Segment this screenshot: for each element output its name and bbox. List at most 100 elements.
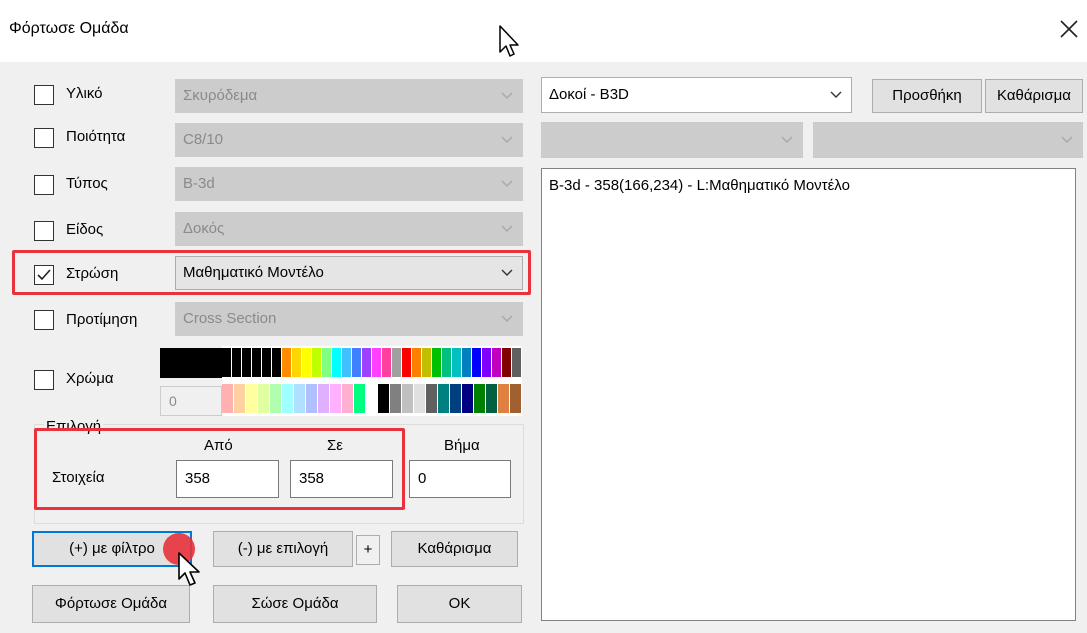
color-swatch[interactable] xyxy=(352,348,362,377)
color-swatch[interactable] xyxy=(306,384,318,413)
color-swatch[interactable] xyxy=(498,384,510,413)
close-icon[interactable] xyxy=(1058,18,1080,40)
to-field[interactable]: 358 xyxy=(290,460,393,498)
color-swatch[interactable] xyxy=(330,384,342,413)
preference-checkbox[interactable] xyxy=(34,310,54,330)
plus-button[interactable]: + xyxy=(356,535,380,565)
clear-list-button[interactable]: Καθάρισμα xyxy=(985,79,1083,113)
color-swatch[interactable] xyxy=(292,348,302,377)
color-checkbox[interactable] xyxy=(34,370,54,390)
elements-label: Στοιχεία xyxy=(52,469,105,486)
layer-combo[interactable]: Μαθηματικό Μοντέλο xyxy=(175,256,523,290)
load-group-button[interactable]: Φόρτωσε Ομάδα xyxy=(32,585,190,623)
color-swatch[interactable] xyxy=(502,348,512,377)
color-swatch[interactable] xyxy=(472,348,482,377)
quality-checkbox[interactable] xyxy=(34,128,54,148)
quality-combo[interactable]: C8/10 xyxy=(175,123,523,157)
color-swatch[interactable] xyxy=(312,348,322,377)
type-combo[interactable]: B-3d xyxy=(175,167,523,201)
color-swatch[interactable] xyxy=(378,384,390,413)
color-swatch[interactable] xyxy=(422,348,432,377)
color-swatch[interactable] xyxy=(246,384,258,413)
color-swatch[interactable] xyxy=(450,384,462,413)
color-swatch[interactable] xyxy=(426,384,438,413)
dialog-title: Φόρτωσε Ομάδα xyxy=(9,20,129,37)
color-swatch[interactable] xyxy=(242,348,252,377)
color-swatch[interactable] xyxy=(322,348,332,377)
color-palette xyxy=(222,346,522,416)
element-type-combo[interactable]: Δοκοί - B3D xyxy=(541,77,852,113)
color-swatch[interactable] xyxy=(492,348,502,377)
color-index-value: 0 xyxy=(169,393,177,409)
kind-combo[interactable]: Δοκός xyxy=(175,212,523,246)
color-swatch[interactable] xyxy=(234,384,246,413)
color-swatch[interactable] xyxy=(482,348,492,377)
group-items-list[interactable]: B-3d - 358(166,234) - L:Μαθηματικό Μοντέ… xyxy=(541,168,1076,621)
chevron-down-icon xyxy=(781,136,793,143)
color-swatch[interactable] xyxy=(474,384,486,413)
color-swatch[interactable] xyxy=(442,348,452,377)
chevron-down-icon xyxy=(830,91,842,98)
material-checkbox[interactable] xyxy=(34,85,54,105)
color-swatch[interactable] xyxy=(372,348,382,377)
remove-by-selection-label: (-) με επιλογή xyxy=(237,540,329,557)
color-swatch[interactable] xyxy=(222,384,234,413)
material-combo[interactable]: Σκυρόδεμα xyxy=(175,79,523,113)
color-swatch[interactable] xyxy=(486,384,498,413)
step-header: Βήμα xyxy=(444,437,480,454)
color-swatch[interactable] xyxy=(438,384,450,413)
color-swatch[interactable] xyxy=(390,384,402,413)
add-button[interactable]: Προσθήκη xyxy=(872,79,982,113)
color-swatch[interactable] xyxy=(302,348,312,377)
color-swatch[interactable] xyxy=(432,348,442,377)
color-swatch[interactable] xyxy=(342,348,352,377)
secondary-combo-2[interactable] xyxy=(813,122,1083,158)
color-swatch[interactable] xyxy=(294,384,306,413)
color-swatch[interactable] xyxy=(342,384,354,413)
color-swatch[interactable] xyxy=(270,384,282,413)
to-value: 358 xyxy=(299,470,325,487)
from-field[interactable]: 358 xyxy=(176,460,279,498)
color-swatch[interactable] xyxy=(282,384,294,413)
chevron-down-icon xyxy=(501,92,513,99)
layer-checkbox[interactable] xyxy=(34,265,54,285)
color-swatch[interactable] xyxy=(232,348,242,377)
layer-label: Στρώση xyxy=(66,265,119,282)
color-swatch[interactable] xyxy=(412,348,422,377)
color-swatch[interactable] xyxy=(354,384,366,413)
color-swatch[interactable] xyxy=(512,348,522,377)
list-item[interactable]: B-3d - 358(166,234) - L:Μαθηματικό Μοντέ… xyxy=(549,177,850,194)
clear-selection-button[interactable]: Καθάρισμα xyxy=(391,531,518,567)
remove-by-selection-button[interactable]: (-) με επιλογή xyxy=(213,531,353,567)
color-swatch[interactable] xyxy=(282,348,292,377)
hand-cursor-icon xyxy=(178,552,200,586)
chevron-down-icon xyxy=(1061,136,1073,143)
color-swatch[interactable] xyxy=(272,348,282,377)
color-swatch[interactable] xyxy=(258,384,270,413)
color-swatch[interactable] xyxy=(252,348,262,377)
step-field[interactable]: 0 xyxy=(409,460,511,498)
color-swatch[interactable] xyxy=(462,348,472,377)
type-label: Τύπος xyxy=(66,175,108,192)
secondary-combo-1[interactable] xyxy=(541,122,803,158)
color-index-field[interactable]: 0 xyxy=(160,386,222,416)
color-swatch[interactable] xyxy=(366,384,378,413)
color-swatch[interactable] xyxy=(362,348,372,377)
type-checkbox[interactable] xyxy=(34,175,54,195)
color-swatch[interactable] xyxy=(332,348,342,377)
color-swatch[interactable] xyxy=(402,384,414,413)
save-group-button[interactable]: Σώσε Ομάδα xyxy=(213,585,377,623)
kind-checkbox[interactable] xyxy=(34,221,54,241)
color-swatch[interactable] xyxy=(382,348,392,377)
preference-combo[interactable]: Cross Section xyxy=(175,302,523,336)
color-swatch[interactable] xyxy=(402,348,412,377)
color-swatch[interactable] xyxy=(318,384,330,413)
color-swatch[interactable] xyxy=(414,384,426,413)
color-swatch[interactable] xyxy=(452,348,462,377)
color-swatch[interactable] xyxy=(392,348,402,377)
ok-button[interactable]: OK xyxy=(397,585,522,623)
color-swatch[interactable] xyxy=(510,384,522,413)
color-swatch[interactable] xyxy=(262,348,272,377)
color-swatch[interactable] xyxy=(462,384,474,413)
color-swatch[interactable] xyxy=(222,348,232,377)
